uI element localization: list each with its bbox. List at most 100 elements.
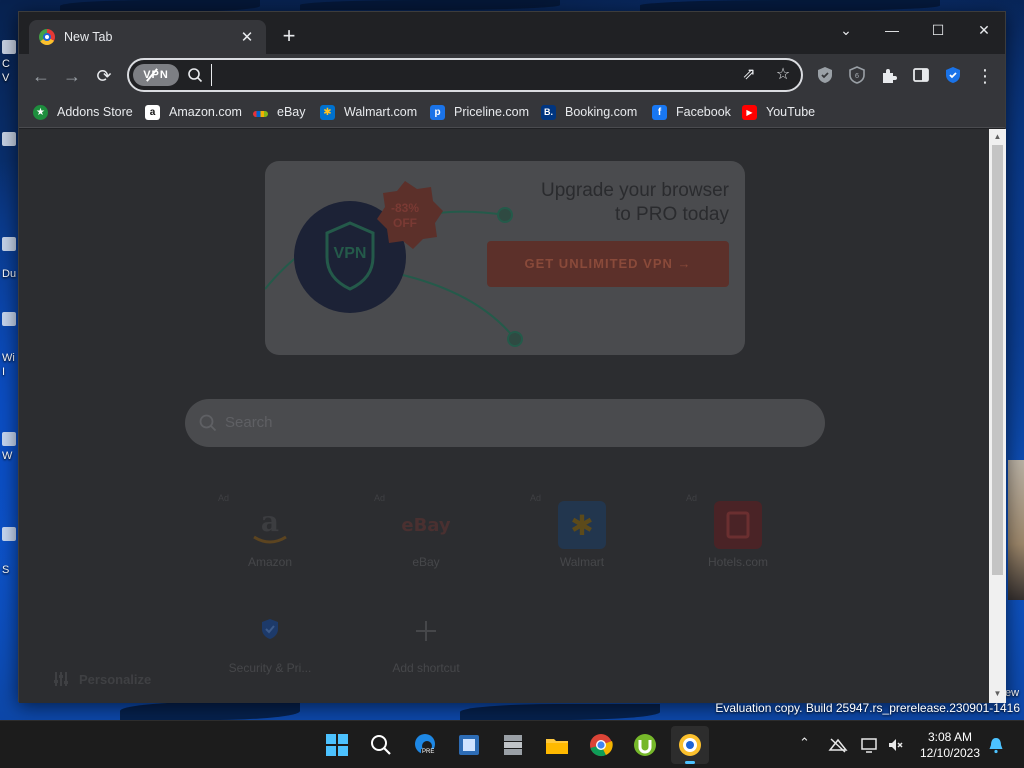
browser-toolbar: ← → ⟳ VPN ⇗ ☆ 6 ⋮ bbox=[19, 54, 1005, 96]
file-explorer-icon[interactable] bbox=[543, 731, 571, 759]
sliders-icon bbox=[54, 672, 68, 686]
svg-text:eBay: eBay bbox=[402, 515, 450, 536]
close-window-button[interactable]: ✕ bbox=[961, 16, 1007, 44]
browser-window: New Tab ✕ + ⌄ — ☐ ✕ ← → ⟳ VPN ⇗ ☆ 6 ⋮ ★ … bbox=[18, 11, 1006, 703]
extensions-puzzle-icon[interactable] bbox=[879, 65, 899, 85]
booking-icon: B. bbox=[541, 104, 556, 120]
shortcut-label: eBay bbox=[412, 555, 440, 569]
tab-strip: New Tab ✕ + ⌄ — ☐ ✕ bbox=[19, 12, 1005, 54]
ad-label: Ad bbox=[374, 493, 386, 503]
shortcut-security-privacy[interactable]: Security & Pri... bbox=[210, 599, 330, 689]
bookmark-ebay[interactable]: eBay bbox=[253, 102, 306, 122]
system-clock[interactable]: 3:08 AM 12/10/2023 bbox=[914, 729, 986, 761]
clock-time: 3:08 AM bbox=[927, 730, 973, 744]
desktop-icon-label: Du bbox=[2, 268, 17, 280]
desktop-icon[interactable] bbox=[0, 525, 18, 543]
taskbar-search-icon[interactable] bbox=[367, 731, 395, 759]
page-scrollbar[interactable]: ▲ ▼ bbox=[989, 129, 1006, 703]
bookmark-walmart[interactable]: ✱ Walmart.com bbox=[320, 102, 417, 122]
back-button[interactable]: ← bbox=[27, 62, 55, 90]
show-hidden-icons-chevron[interactable]: ⌃ bbox=[799, 735, 810, 751]
bookmark-addons-store[interactable]: ★ Addons Store bbox=[33, 102, 133, 122]
desktop-icon[interactable] bbox=[0, 310, 18, 328]
desktop-icon-label: W bbox=[2, 450, 13, 462]
bookmark-label: Booking.com bbox=[565, 105, 638, 119]
ebay-icon bbox=[253, 111, 268, 117]
bookmark-label: Addons Store bbox=[57, 105, 133, 119]
bookmark-label: Priceline.com bbox=[454, 105, 530, 119]
wallpaper-leaf bbox=[300, 0, 560, 10]
walmart-icon: ✱ bbox=[320, 104, 335, 120]
tab-search-dropdown-icon[interactable]: ⌄ bbox=[823, 16, 869, 44]
reload-button[interactable]: ⟳ bbox=[90, 62, 118, 90]
ad-label: Ad bbox=[218, 493, 230, 503]
bookmark-label: Amazon.com bbox=[169, 105, 242, 119]
address-input[interactable] bbox=[211, 64, 731, 86]
desktop-icon-label: Wi bbox=[2, 352, 15, 364]
desktop-icon[interactable] bbox=[0, 130, 18, 148]
bookmarks-bar: ★ Addons Store a Amazon.com eBay ✱ Walma… bbox=[19, 96, 1005, 128]
desktop-icon[interactable] bbox=[0, 235, 18, 253]
desktop-icon[interactable] bbox=[0, 38, 18, 56]
add-shortcut-button[interactable]: Add shortcut bbox=[366, 599, 486, 689]
bookmark-booking[interactable]: B. Booking.com bbox=[541, 102, 637, 122]
bookmark-star-icon[interactable]: ☆ bbox=[773, 65, 793, 85]
security-shield-icon[interactable] bbox=[943, 65, 963, 85]
shortcut-amazon[interactable]: Ad a Amazon bbox=[210, 493, 330, 583]
evaluation-watermark: Evaluation copy. Build 25947.rs_prerelea… bbox=[715, 701, 1020, 715]
extension-shield-icon[interactable]: 6 bbox=[847, 65, 867, 85]
bookmark-youtube[interactable]: ▶ YouTube bbox=[742, 102, 815, 122]
shortcut-label: Add shortcut bbox=[392, 661, 460, 675]
forward-button[interactable]: → bbox=[58, 62, 86, 90]
taskbar-server-manager-icon[interactable] bbox=[499, 731, 527, 759]
desktop-wallpaper-detail bbox=[1008, 460, 1024, 600]
bookmark-priceline[interactable]: p Priceline.com bbox=[430, 102, 529, 122]
new-tab-button[interactable]: + bbox=[277, 25, 301, 49]
personalize-button[interactable]: Personalize bbox=[51, 669, 151, 689]
shortcut-hotels[interactable]: Ad Hotels.com bbox=[678, 493, 798, 583]
bookmark-label: Walmart.com bbox=[344, 105, 418, 119]
bookmark-amazon[interactable]: a Amazon.com bbox=[145, 102, 242, 122]
desktop-icon-label: I bbox=[2, 366, 6, 378]
edge-preview-icon[interactable]: PRE bbox=[411, 731, 439, 759]
scroll-up-icon[interactable]: ▲ bbox=[993, 132, 1002, 141]
scroll-down-icon[interactable]: ▼ bbox=[993, 689, 1002, 698]
shortcut-ebay[interactable]: Ad eBay eBay bbox=[366, 493, 486, 583]
wallpaper-leaf bbox=[460, 704, 660, 720]
scrollbar-thumb[interactable] bbox=[992, 145, 1003, 575]
address-bar[interactable]: VPN ⇗ ☆ bbox=[127, 58, 803, 92]
ntp-search-box[interactable]: Search bbox=[185, 399, 825, 447]
priceline-icon: p bbox=[430, 104, 445, 120]
shortcut-walmart[interactable]: Ad ✱ Walmart bbox=[522, 493, 642, 583]
wallpaper-leaf bbox=[120, 702, 300, 720]
security-shortcut-icon bbox=[246, 607, 294, 655]
shortcut-label: Amazon bbox=[247, 555, 293, 569]
windows-start-icon[interactable] bbox=[323, 731, 351, 759]
network-disconnected-icon[interactable] bbox=[828, 736, 848, 754]
tab-close-icon[interactable]: ✕ bbox=[238, 28, 256, 46]
desktop-icon-label: V bbox=[2, 72, 10, 84]
notification-bell-icon[interactable] bbox=[988, 736, 1004, 754]
side-panel-icon[interactable] bbox=[911, 65, 931, 85]
utorrent-icon[interactable] bbox=[631, 731, 659, 759]
addons-store-icon: ★ bbox=[33, 104, 48, 120]
vpn-toggle-button[interactable]: VPN bbox=[133, 64, 179, 86]
tab-new-tab[interactable]: New Tab ✕ bbox=[29, 20, 266, 54]
hotels-shortcut-icon bbox=[714, 501, 762, 549]
upgrade-promo-banner[interactable]: VPN -83% OFF Upgrade your browser to PRO… bbox=[265, 161, 745, 355]
minimize-button[interactable]: — bbox=[869, 16, 915, 44]
volume-muted-icon[interactable] bbox=[886, 736, 904, 754]
desktop-icon[interactable] bbox=[0, 430, 18, 448]
promo-discount-badge: -83% bbox=[390, 201, 419, 215]
browser-menu-icon[interactable]: ⋮ bbox=[971, 62, 999, 90]
browser-logo-icon bbox=[39, 29, 55, 45]
share-icon[interactable]: ⇗ bbox=[739, 65, 759, 85]
chrome-icon[interactable] bbox=[587, 731, 615, 759]
active-browser-taskbar-button[interactable] bbox=[671, 726, 709, 764]
get-unlimited-vpn-button[interactable]: GET UNLIMITED VPN → bbox=[487, 241, 729, 287]
taskbar-app-icon[interactable] bbox=[455, 731, 483, 759]
bookmark-facebook[interactable]: f Facebook bbox=[652, 102, 731, 122]
maximize-button[interactable]: ☐ bbox=[915, 16, 961, 44]
display-icon[interactable] bbox=[860, 736, 878, 754]
extension-shield-check-icon[interactable] bbox=[815, 65, 835, 85]
